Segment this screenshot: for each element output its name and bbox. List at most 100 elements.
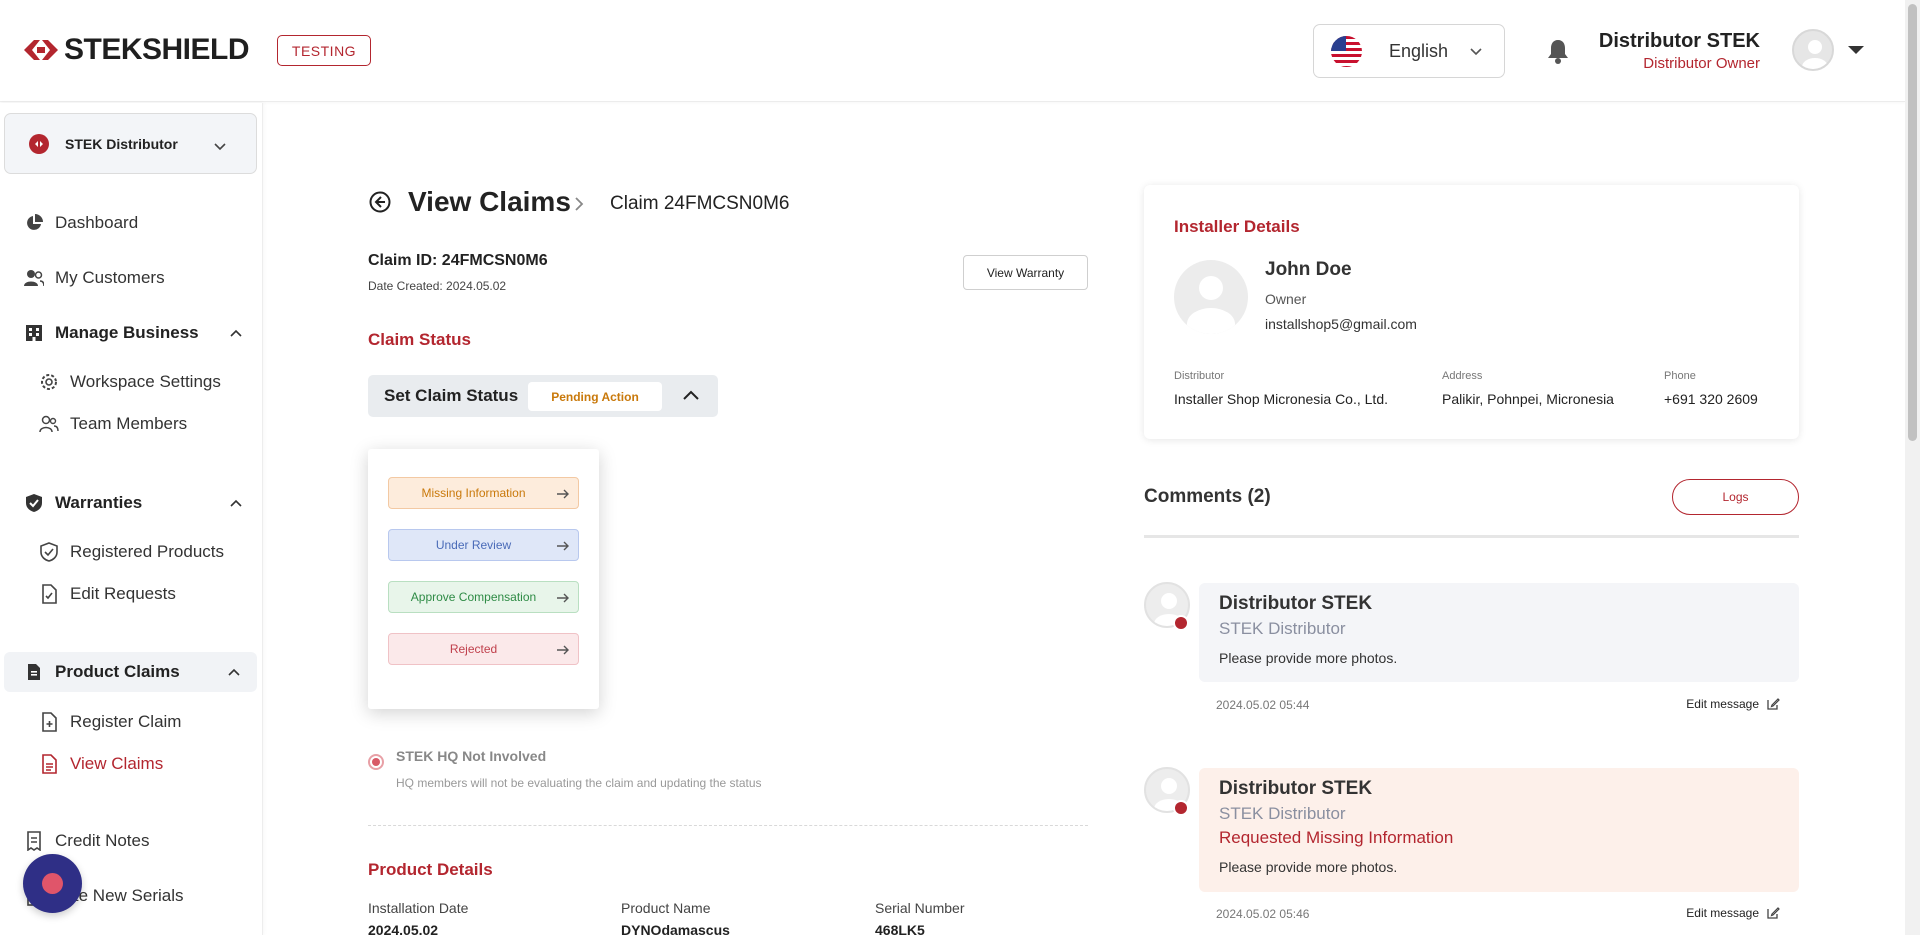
hq-subtitle: HQ members will not be evaluating the cl… <box>396 776 762 790</box>
arrow-right-icon <box>557 489 569 499</box>
installer-details-title: Installer Details <box>1174 217 1300 236</box>
sidebar-item-registered-products[interactable]: Registered Products <box>0 534 263 570</box>
edit-icon <box>1767 907 1780 919</box>
user-menu-caret-icon[interactable] <box>1847 44 1865 56</box>
set-claim-status-control[interactable]: Set Claim Status Pending Action <box>368 375 718 417</box>
comment-author: Distributor STEK <box>1219 593 1373 614</box>
page-title: View Claims <box>408 186 571 217</box>
claim-id: Claim ID: 24FMCSN0M6 <box>368 252 548 269</box>
sidebar-item-label: View Claims <box>70 754 164 773</box>
sidebar-item-label: Edit Requests <box>70 584 176 603</box>
comment-author: Distributor STEK <box>1219 778 1373 799</box>
chevron-up-icon <box>228 668 240 676</box>
sidebar-item-team-members[interactable]: Team Members <box>0 406 263 442</box>
sidebar-item-edit-requests[interactable]: Edit Requests <box>0 576 263 612</box>
comment-timestamp: 2024.05.02 05:46 <box>1216 907 1310 921</box>
option-label: Rejected <box>449 642 498 656</box>
view-warranty-button[interactable]: View Warranty <box>963 255 1088 290</box>
top-header: STEKSHIELD TESTING English Distributor S… <box>0 0 1905 102</box>
chat-icon <box>42 873 63 894</box>
logs-button[interactable]: Logs <box>1672 479 1799 515</box>
organization-logo-icon <box>29 133 49 154</box>
user-role: Distributor Owner <box>1643 55 1760 72</box>
comment-bubble: Distributor STEK STEK Distributor Please… <box>1199 583 1799 682</box>
notification-bell-icon[interactable] <box>1545 37 1571 65</box>
comment-org: STEK Distributor <box>1219 804 1346 823</box>
distributor-label: Distributor <box>1174 370 1225 382</box>
divider <box>368 825 1088 826</box>
sidebar-item-product-claims[interactable]: Product Claims <box>4 652 257 692</box>
shield-check-icon <box>24 493 44 513</box>
serial-number-value: 468LK5 <box>875 922 925 935</box>
product-name-label: Product Name <box>621 900 711 916</box>
sidebar-item-register-claim[interactable]: Register Claim <box>0 704 263 740</box>
chevron-up-icon[interactable] <box>682 389 700 401</box>
status-option-approve-compensation[interactable]: Approve Compensation <box>388 581 579 613</box>
comment-bubble: Distributor STEK STEK Distributor Reques… <box>1199 768 1799 892</box>
users-icon <box>24 268 44 288</box>
chevron-down-icon <box>1470 48 1482 56</box>
document-plus-icon <box>39 712 59 732</box>
environment-badge: TESTING <box>277 35 371 66</box>
address-label: Address <box>1442 370 1483 382</box>
team-icon <box>39 414 59 434</box>
support-chat-button[interactable] <box>23 854 82 913</box>
comment-message: Please provide more photos. <box>1219 859 1398 875</box>
sidebar-item-label: Registered Products <box>70 542 225 561</box>
chevron-down-icon <box>214 143 226 151</box>
sidebar-item-warranties[interactable]: Warranties <box>0 485 263 521</box>
address-value: Palikir, Pohnpei, Micronesia <box>1442 391 1614 407</box>
comment-message: Please provide more photos. <box>1219 650 1398 666</box>
language-selector[interactable]: English <box>1313 24 1505 78</box>
phone-label: Phone <box>1664 370 1696 382</box>
installer-email[interactable]: installshop5@gmail.com <box>1265 316 1417 332</box>
logo-text: STEKSHIELD <box>64 33 250 66</box>
arrow-right-icon <box>557 593 569 603</box>
sidebar-item-label: Dashboard <box>55 213 139 232</box>
breadcrumb: Claim 24FMCSN0M6 <box>610 193 790 214</box>
sidebar-item-label: Credit Notes <box>55 831 150 850</box>
sidebar-item-my-customers[interactable]: My Customers <box>0 260 263 296</box>
sidebar-item-label: Warranties <box>55 493 143 512</box>
claim-status-title: Claim Status <box>368 330 471 349</box>
back-arrow-icon[interactable] <box>369 191 391 213</box>
sidebar-item-dashboard[interactable]: Dashboard <box>0 205 263 241</box>
sidebar-item-label: My Customers <box>55 268 165 287</box>
edit-message-button[interactable]: Edit message <box>1686 906 1780 920</box>
status-option-under-review[interactable]: Under Review <box>388 529 579 561</box>
sidebar: STEK Distributor Dashboard My Customers … <box>0 103 263 935</box>
distributor-value: Installer Shop Micronesia Co., Ltd. <box>1174 391 1388 407</box>
hq-title: STEK HQ Not Involved <box>396 748 547 764</box>
sidebar-item-manage-business[interactable]: Manage Business <box>0 315 263 351</box>
language-label: English <box>1389 40 1449 61</box>
chevron-right-icon <box>575 197 584 211</box>
hq-radio[interactable] <box>368 754 384 770</box>
edit-message-label: Edit message <box>1686 697 1759 711</box>
product-name-value: DYNOdamascus <box>621 922 730 935</box>
arrow-right-icon <box>557 645 569 655</box>
scrollbar-thumb[interactable] <box>1908 4 1917 441</box>
comments-title: Comments (2) <box>1144 486 1271 507</box>
date-created: Date Created: 2024.05.02 <box>368 279 507 293</box>
gear-icon <box>39 372 59 392</box>
installation-date-label: Installation Date <box>368 900 469 916</box>
organization-switcher[interactable]: STEK Distributor <box>4 113 257 174</box>
receipt-icon <box>24 831 44 851</box>
phone-value: +691 320 2609 <box>1664 391 1758 407</box>
us-flag-icon <box>1331 35 1362 67</box>
sidebar-item-workspace-settings[interactable]: Workspace Settings <box>0 364 263 400</box>
user-name[interactable]: Distributor STEK <box>1599 30 1760 53</box>
stekshield-logo[interactable]: STEKSHIELD <box>22 33 250 66</box>
organization-name: STEK Distributor <box>65 135 178 152</box>
edit-icon <box>1767 698 1780 710</box>
installer-name: John Doe <box>1265 259 1352 280</box>
sidebar-item-credit-notes[interactable]: Credit Notes <box>0 823 263 859</box>
sidebar-item-view-claims[interactable]: View Claims <box>0 746 263 782</box>
user-avatar[interactable] <box>1792 29 1834 71</box>
status-badge: Pending Action <box>528 382 662 411</box>
installer-details-card: Installer Details John Doe Owner install… <box>1144 185 1799 439</box>
status-option-missing-information[interactable]: Missing Information <box>388 477 579 509</box>
status-option-rejected[interactable]: Rejected <box>388 633 579 665</box>
pie-chart-icon <box>24 213 44 233</box>
edit-message-button[interactable]: Edit message <box>1686 697 1780 711</box>
